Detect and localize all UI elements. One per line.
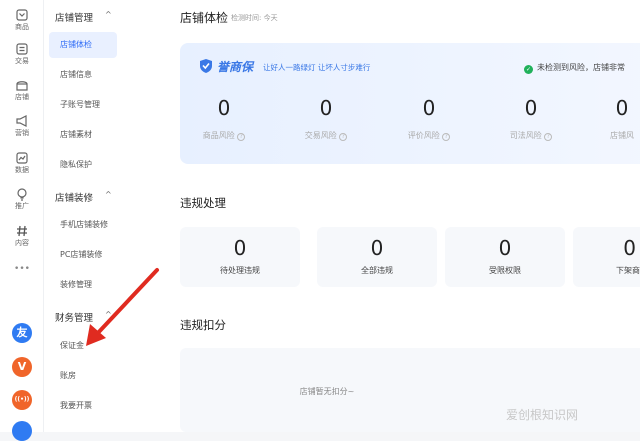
red-arrow-annotation <box>86 268 159 346</box>
watermark: 爱创根知识网 <box>506 408 579 422</box>
